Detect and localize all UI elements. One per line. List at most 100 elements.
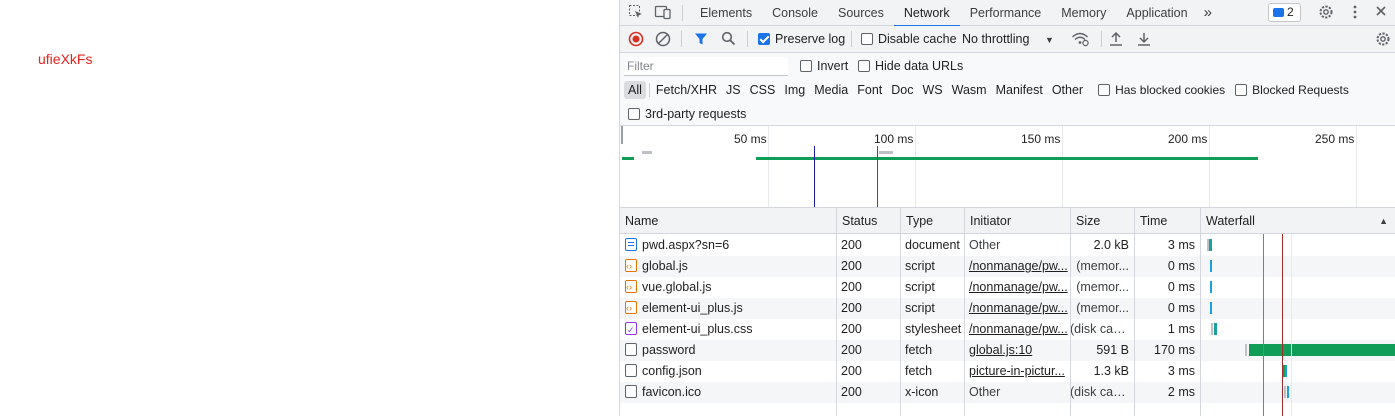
filter-funnel-icon[interactable] bbox=[694, 30, 708, 48]
has-blocked-cookies-check-box[interactable] bbox=[1098, 84, 1111, 96]
tab-elements[interactable]: Elements bbox=[690, 0, 762, 26]
overview-gridline bbox=[915, 126, 916, 207]
type-filter-media[interactable]: Media bbox=[810, 81, 852, 99]
network-settings-gear-icon[interactable] bbox=[1375, 30, 1391, 48]
hide-data-urls-checkbox[interactable]: Hide data URLs bbox=[858, 59, 963, 73]
type-filter-manifest[interactable]: Manifest bbox=[992, 81, 1047, 99]
request-time: 3 ms bbox=[1167, 364, 1195, 378]
column-header-initiator[interactable]: Initiator bbox=[964, 208, 1070, 234]
search-icon[interactable] bbox=[721, 30, 736, 48]
invert-checkbox[interactable]: Invert bbox=[800, 59, 848, 73]
tab-memory[interactable]: Memory bbox=[1051, 0, 1116, 26]
column-header-time[interactable]: Time bbox=[1134, 208, 1200, 234]
third-party-checkbox[interactable]: 3rd-party requests bbox=[628, 107, 746, 121]
network-conditions-icon[interactable] bbox=[1071, 30, 1089, 48]
request-type: script bbox=[905, 301, 935, 315]
inspect-element-icon[interactable] bbox=[627, 4, 645, 22]
import-har-icon[interactable] bbox=[1109, 30, 1123, 48]
blocked-requests-checkbox[interactable]: Blocked Requests bbox=[1235, 83, 1349, 97]
column-divider[interactable] bbox=[1134, 234, 1135, 416]
request-initiator-link[interactable]: global.js:10 bbox=[964, 340, 1070, 361]
third-party-check-box[interactable] bbox=[628, 108, 640, 120]
overview-gridline bbox=[1209, 126, 1210, 207]
type-filter-other[interactable]: Other bbox=[1048, 81, 1087, 99]
has-blocked-cookies-checkbox[interactable]: Has blocked cookies bbox=[1098, 83, 1225, 97]
blocked-requests-check-box[interactable] bbox=[1235, 84, 1248, 96]
disable-cache-checkbox[interactable]: Disable cache bbox=[861, 30, 957, 48]
clear-icon[interactable] bbox=[655, 30, 671, 48]
column-header-waterfall[interactable]: Waterfall ▲ bbox=[1200, 208, 1395, 234]
overview-tick-label: 150 ms bbox=[1021, 132, 1061, 146]
column-header-name[interactable]: Name bbox=[620, 208, 836, 234]
column-header-type[interactable]: Type bbox=[900, 208, 964, 234]
table-row[interactable]: password 200 fetch global.js:10 591 B 17… bbox=[620, 340, 1395, 361]
record-stop-icon[interactable] bbox=[628, 30, 644, 48]
type-filter-fetch-xhr[interactable]: Fetch/XHR bbox=[652, 81, 721, 99]
waterfall-bar bbox=[1284, 386, 1286, 398]
table-row[interactable]: element-ui_plus.css 200 stylesheet /nonm… bbox=[620, 319, 1395, 340]
throttling-select[interactable]: No throttling ▼ bbox=[962, 30, 1054, 48]
table-row[interactable]: pwd.aspx?sn=6 200 document Other 2.0 kB … bbox=[620, 235, 1395, 256]
column-header-size[interactable]: Size bbox=[1070, 208, 1134, 234]
tab-application[interactable]: Application bbox=[1116, 0, 1197, 26]
devtools-panel: Elements Console Sources Network Perform… bbox=[619, 0, 1395, 416]
network-overview-timeline[interactable]: 50 ms 100 ms 150 ms 200 ms 250 ms bbox=[620, 126, 1395, 208]
tab-console[interactable]: Console bbox=[762, 0, 828, 26]
type-filter-wasm[interactable]: Wasm bbox=[948, 81, 991, 99]
type-filter-img[interactable]: Img bbox=[780, 81, 809, 99]
request-type: fetch bbox=[905, 343, 933, 357]
preserve-log-checkbox[interactable]: Preserve log bbox=[758, 30, 845, 48]
blocked-requests-label: Blocked Requests bbox=[1252, 83, 1349, 97]
table-row[interactable]: global.js 200 script /nonmanage/pw... (m… bbox=[620, 256, 1395, 277]
overview-selection-handle[interactable] bbox=[621, 126, 623, 144]
hide-data-urls-check-box[interactable] bbox=[858, 60, 870, 72]
request-time: 0 ms bbox=[1167, 259, 1195, 273]
request-size: 1.3 kB bbox=[1093, 364, 1129, 378]
request-initiator-link[interactable]: /nonmanage/pw... bbox=[964, 298, 1070, 319]
script-icon bbox=[625, 298, 637, 319]
table-row[interactable]: vue.global.js 200 script /nonmanage/pw..… bbox=[620, 277, 1395, 298]
request-initiator-link[interactable]: picture-in-pictur... bbox=[964, 361, 1070, 382]
preserve-log-check-box[interactable] bbox=[758, 33, 770, 45]
has-blocked-cookies-label: Has blocked cookies bbox=[1115, 83, 1226, 97]
settings-gear-icon[interactable] bbox=[1317, 4, 1335, 22]
type-filter-ws[interactable]: WS bbox=[918, 81, 946, 99]
table-row[interactable]: element-ui_plus.js 200 script /nonmanage… bbox=[620, 298, 1395, 319]
request-initiator-link[interactable]: /nonmanage/pw... bbox=[964, 319, 1070, 340]
column-divider[interactable] bbox=[836, 234, 837, 416]
request-status: 200 bbox=[841, 385, 862, 399]
table-row[interactable]: config.json 200 fetch picture-in-pictur.… bbox=[620, 361, 1395, 382]
invert-check-box[interactable] bbox=[800, 60, 812, 72]
type-filter-doc[interactable]: Doc bbox=[887, 81, 917, 99]
type-filter-css[interactable]: CSS bbox=[746, 81, 780, 99]
tab-sources[interactable]: Sources bbox=[828, 0, 894, 26]
close-devtools-icon[interactable] bbox=[1372, 4, 1390, 22]
column-divider[interactable] bbox=[900, 234, 901, 416]
more-tabs-button[interactable]: » bbox=[1198, 0, 1218, 26]
request-initiator-link[interactable]: /nonmanage/pw... bbox=[964, 277, 1070, 298]
waterfall-bar bbox=[1210, 281, 1212, 293]
type-filter-font[interactable]: Font bbox=[853, 81, 886, 99]
column-divider[interactable] bbox=[1070, 234, 1071, 416]
waterfall-bar bbox=[1285, 365, 1287, 377]
filter-input[interactable] bbox=[624, 57, 788, 76]
device-toolbar-icon[interactable] bbox=[654, 4, 672, 22]
column-divider[interactable] bbox=[1200, 234, 1201, 416]
devtools-tabs: Elements Console Sources Network Perform… bbox=[690, 0, 1218, 27]
issues-badge[interactable]: 2 bbox=[1268, 3, 1301, 22]
preserve-log-label: Preserve log bbox=[775, 32, 846, 46]
disable-cache-check-box[interactable] bbox=[861, 33, 873, 45]
column-header-status[interactable]: Status bbox=[836, 208, 900, 234]
request-initiator-link[interactable]: /nonmanage/pw... bbox=[964, 256, 1070, 277]
column-divider[interactable] bbox=[964, 234, 965, 416]
tab-performance[interactable]: Performance bbox=[960, 0, 1052, 26]
request-name: global.js bbox=[642, 259, 688, 273]
tab-network[interactable]: Network bbox=[893, 0, 960, 27]
type-filter-all[interactable]: All bbox=[624, 81, 646, 99]
type-filter-js[interactable]: JS bbox=[722, 81, 745, 99]
more-options-icon[interactable] bbox=[1346, 4, 1364, 22]
table-row[interactable]: favicon.ico 200 x-icon Other (disk cac..… bbox=[620, 382, 1395, 403]
hide-data-urls-label: Hide data URLs bbox=[875, 59, 964, 73]
export-har-icon[interactable] bbox=[1137, 30, 1151, 48]
waterfall-label: Waterfall bbox=[1206, 214, 1255, 228]
